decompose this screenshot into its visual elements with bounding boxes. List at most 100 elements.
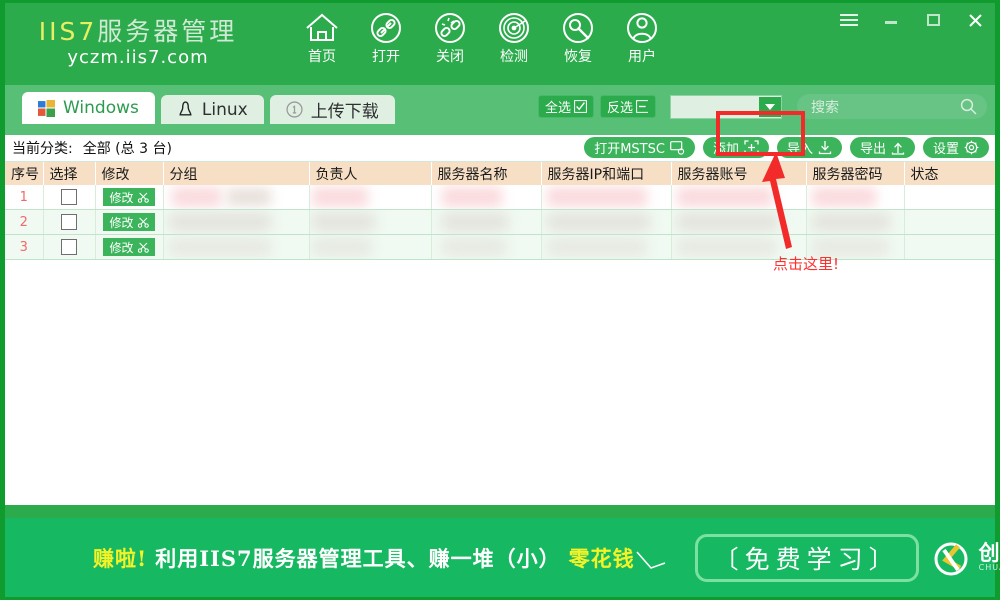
tab-windows[interactable]: Windows [22,92,155,124]
close-button[interactable] [963,9,987,31]
user-icon [627,13,657,43]
cell-status [904,185,995,210]
edit-button[interactable]: 修改 [103,188,155,206]
group-filter-select[interactable] [670,94,782,119]
cell-status [904,234,995,260]
title-bar: IIS7服务器管理 yczm.iis7.com 首页 打开 关闭 检测 恢复 用… [5,3,995,85]
cell-select[interactable] [43,209,96,235]
col-owner: 负责人 [309,162,432,185]
cell-edit[interactable]: 修改 [95,185,164,210]
cell-group [163,234,310,260]
row-checkbox[interactable] [61,214,77,230]
banner-text-lead: 赚啦! [93,545,148,571]
nav-item-open[interactable]: 打开 [354,11,418,66]
cell-server-account [671,185,807,210]
tab-strip: Windows Linux 上传下载 全选 反选 搜索 [5,85,995,135]
minimize-button[interactable] [879,9,903,31]
cx-logo-icon [934,542,968,575]
col-server-acct: 服务器账号 [671,162,807,185]
nav-label-detect: 检测 [500,49,528,65]
export-button[interactable]: 导出 [849,137,915,158]
brand-logo: IIS7服务器管理 yczm.iis7.com [23,17,253,69]
col-status: 状态 [904,162,995,185]
search-icon[interactable] [960,98,977,115]
col-server-ip: 服务器IP和端口 [541,162,672,185]
table-header-row: 序号 选择 修改 分组 负责人 服务器名称 服务器IP和端口 服务器账号 服务器… [5,162,995,185]
scissors-icon [137,217,149,228]
cell-index: 3 [5,234,44,260]
table-row[interactable]: 3 修改 [5,234,995,260]
brand-title-prefix: IIS7 [38,17,98,46]
search-input[interactable]: 搜索 [797,94,987,119]
maximize-icon [926,14,940,26]
cell-server-ip [541,209,672,235]
server-table: 序号 选择 修改 分组 负责人 服务器名称 服务器IP和端口 服务器账号 服务器… [5,162,995,260]
wrench-restore-icon [563,13,593,43]
free-learn-button[interactable]: 〔免费学习〕 [694,533,919,582]
cell-owner [309,234,432,260]
cell-edit[interactable]: 修改 [95,209,164,235]
col-select: 选择 [43,162,96,185]
settings-button[interactable]: 设置 [922,137,989,158]
cell-index: 1 [5,185,44,210]
banner-text-mid: 利用IIS7服务器管理工具、赚一堆（小） [155,545,561,571]
cell-select[interactable] [43,234,96,260]
download-arrow-icon [818,141,832,155]
cell-server-name [431,209,542,235]
annotation-callout-text: 点击这里! [773,255,840,273]
category-value: 全部 (总 3 台) [82,141,172,157]
cell-select[interactable] [43,185,96,210]
col-group: 分组 [163,162,310,185]
nav-item-close[interactable]: 关闭 [418,11,482,66]
tab-upload-download[interactable]: 上传下载 [269,95,395,124]
chevron-down-icon[interactable] [759,96,781,117]
tab-linux[interactable]: Linux [160,95,264,124]
import-button[interactable]: 导入 [776,137,842,158]
select-all-button[interactable]: 全选 [537,95,594,118]
plus-square-icon [744,140,759,155]
nav-item-user[interactable]: 用户 [610,11,674,66]
content-panel: 当前分类: 全部 (总 3 台) 打开MSTSC 添加 导入 导出 设置 序号 … [5,135,995,505]
invert-select-button[interactable]: 反选 [599,95,656,118]
promo-banner: 赚啦! 利用IIS7服务器管理工具、赚一堆（小） 零花钱 〔免费学习〕 创新互联 C… [5,505,1000,597]
edit-button[interactable]: 修改 [103,238,155,256]
tab-label-windows: Windows [63,98,139,118]
nav-item-restore[interactable]: 恢复 [546,11,610,66]
export-label: 导出 [859,142,886,157]
table-row[interactable]: 1 修改 [5,185,995,210]
sub-toolbar: 当前分类: 全部 (总 3 台) 打开MSTSC 添加 导入 导出 设置 [5,135,995,162]
add-button[interactable]: 添加 [702,137,769,158]
monitor-icon [670,140,685,155]
cell-status [904,209,995,235]
edit-button[interactable]: 修改 [103,213,155,231]
partner-logo: 创新互联 CHUANG XIN HU LIAN [929,536,1000,580]
brand-title-rest: 服务器管理 [97,17,238,46]
circle-one-icon [286,101,303,118]
select-all-label: 全选 [544,101,571,116]
nav-label-restore: 恢复 [564,49,592,65]
nav-label-close: 关闭 [436,49,464,65]
cell-server-ip [541,185,672,210]
scissors-icon [137,242,149,253]
row-checkbox[interactable] [61,189,77,205]
tab-label-upload-download: 上传下载 [310,102,379,122]
nav-item-detect[interactable]: 检测 [482,11,546,66]
add-label: 添加 [712,142,739,157]
table-row[interactable]: 2 修改 [5,209,995,235]
checkbox-check-icon [574,100,587,113]
cell-owner [309,185,432,210]
nav-item-home[interactable]: 首页 [290,11,354,66]
cell-edit[interactable]: 修改 [95,234,164,260]
cell-server-account [671,209,807,235]
scissors-icon [137,192,149,203]
col-edit: 修改 [95,162,164,185]
cell-group [163,185,310,210]
open-mstsc-button[interactable]: 打开MSTSC [584,137,695,158]
upload-arrow-icon [891,142,905,155]
home-icon [306,13,338,41]
menu-button[interactable] [837,9,861,31]
row-checkbox[interactable] [61,239,77,255]
windows-logo-icon [38,99,55,117]
cell-server-ip [541,234,672,260]
maximize-button[interactable] [921,9,945,31]
